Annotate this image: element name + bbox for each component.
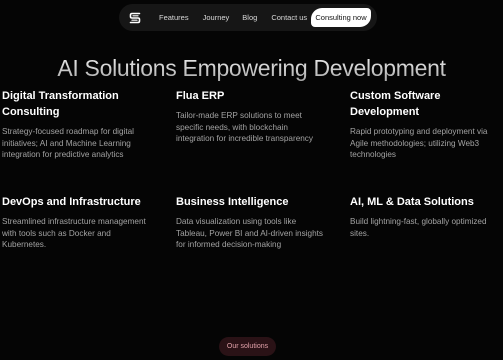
service-card-business-intelligence: Business Intelligence Data visualization… bbox=[176, 194, 328, 251]
top-navigation: Features Journey Blog Contact us Consult… bbox=[119, 4, 377, 31]
service-card-devops: DevOps and Infrastructure Streamlined in… bbox=[2, 194, 154, 251]
service-description: Strategy-focused roadmap for digital ini… bbox=[2, 127, 134, 159]
nav-link-features[interactable]: Features bbox=[159, 13, 189, 22]
nav-link-blog[interactable]: Blog bbox=[242, 13, 257, 22]
service-description: Build lightning-fast, globally optimized… bbox=[350, 217, 487, 238]
service-title: DevOps and Infrastructure bbox=[2, 196, 141, 208]
service-card-digital-transformation: Digital Transformation Consulting Strate… bbox=[2, 88, 152, 161]
nav-link-journey[interactable]: Journey bbox=[203, 13, 230, 22]
nav-link-contact[interactable]: Contact us bbox=[271, 13, 307, 22]
service-description: Data visualization using tools like Tabl… bbox=[176, 217, 324, 249]
service-title: Flua ERP bbox=[176, 90, 225, 102]
service-title: Business Intelligence bbox=[176, 196, 289, 208]
our-solutions-button[interactable]: Our solutions bbox=[219, 337, 276, 356]
service-card-custom-software: Custom Software Development Rapid protot… bbox=[350, 88, 502, 161]
service-card-flua-erp: Flua ERP Tailor-made ERP solutions to me… bbox=[176, 88, 328, 145]
service-card-ai-ml-data: AI, ML & Data Solutions Build lightning-… bbox=[350, 194, 502, 239]
service-description: Streamlined infrastructure management wi… bbox=[2, 217, 146, 249]
service-description: Tailor-made ERP solutions to meet specif… bbox=[176, 111, 313, 143]
service-title: Digital Transformation Consulting bbox=[2, 90, 119, 118]
service-description: Rapid prototyping and deployment via Agi… bbox=[350, 127, 488, 159]
logo-s-icon[interactable] bbox=[128, 11, 142, 25]
consulting-now-button[interactable]: Consulting now bbox=[311, 8, 371, 27]
service-title: Custom Software Development bbox=[350, 90, 441, 118]
service-title: AI, ML & Data Solutions bbox=[350, 196, 474, 208]
page-title: AI Solutions Empowering Development bbox=[0, 55, 503, 82]
